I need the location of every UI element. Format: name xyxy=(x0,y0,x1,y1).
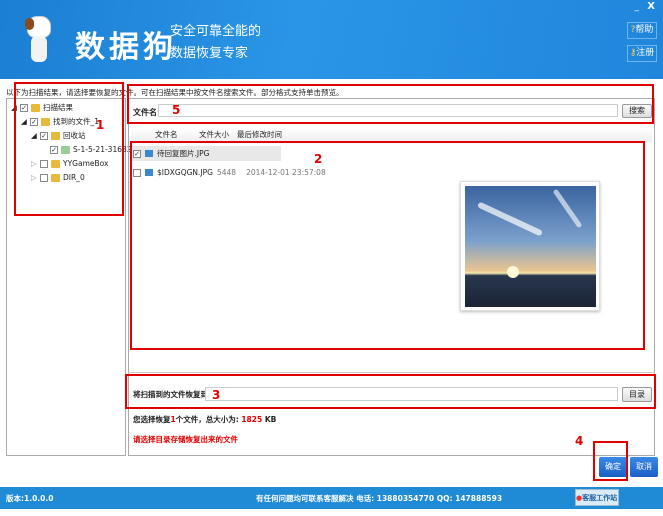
annotation-2: 2 xyxy=(314,152,323,166)
app-header: 数据狗 安全可靠全能的 数据恢复专家 _ X ?帮助 ⚷注册 xyxy=(0,0,663,79)
annotation-box-5 xyxy=(127,84,654,124)
column-modified[interactable]: 最后修改时间 xyxy=(237,128,282,142)
app-name: 数据狗 xyxy=(75,30,177,65)
customer-service-button[interactable]: ●客服工作站 xyxy=(575,489,619,506)
file-list-header: 文件名 文件大小 最后修改时间 xyxy=(131,128,652,142)
annotation-box-2 xyxy=(130,141,645,350)
close-button[interactable]: X xyxy=(647,1,655,12)
annotation-box-4 xyxy=(593,441,628,481)
warning-text: 请选择目录存储恢复出来的文件 xyxy=(133,435,238,444)
contact-text: 有任何问题均可联系客服解决 电话: 13880354770 QQ: 147888… xyxy=(256,494,503,503)
annotation-1: 1 xyxy=(96,118,105,132)
annotation-box-3 xyxy=(125,374,656,409)
help-button[interactable]: ?帮助 xyxy=(627,22,657,39)
slogan-line2: 数据恢复专家 xyxy=(170,46,249,61)
column-size[interactable]: 文件大小 xyxy=(199,128,237,142)
cancel-button[interactable]: 取消 xyxy=(630,457,658,477)
minimize-button[interactable]: _ xyxy=(635,2,640,12)
column-filename[interactable]: 文件名 xyxy=(155,128,199,142)
selection-summary: 您选择恢复1个文件，总大小为: 1825 KB xyxy=(133,415,277,424)
annotation-5: 5 xyxy=(172,103,181,117)
version-text: 版本:1.0.0.0 xyxy=(6,494,54,503)
annotation-4: 4 xyxy=(575,434,584,448)
register-button[interactable]: ⚷注册 xyxy=(627,45,657,62)
slogan-line1: 安全可靠全能的 xyxy=(170,24,262,39)
annotation-box-1 xyxy=(14,82,124,216)
footer-bar: 版本:1.0.0.0 有任何问题均可联系客服解决 电话: 13880354770… xyxy=(0,487,663,509)
annotation-3: 3 xyxy=(212,388,221,402)
dog-logo-icon xyxy=(24,14,54,64)
